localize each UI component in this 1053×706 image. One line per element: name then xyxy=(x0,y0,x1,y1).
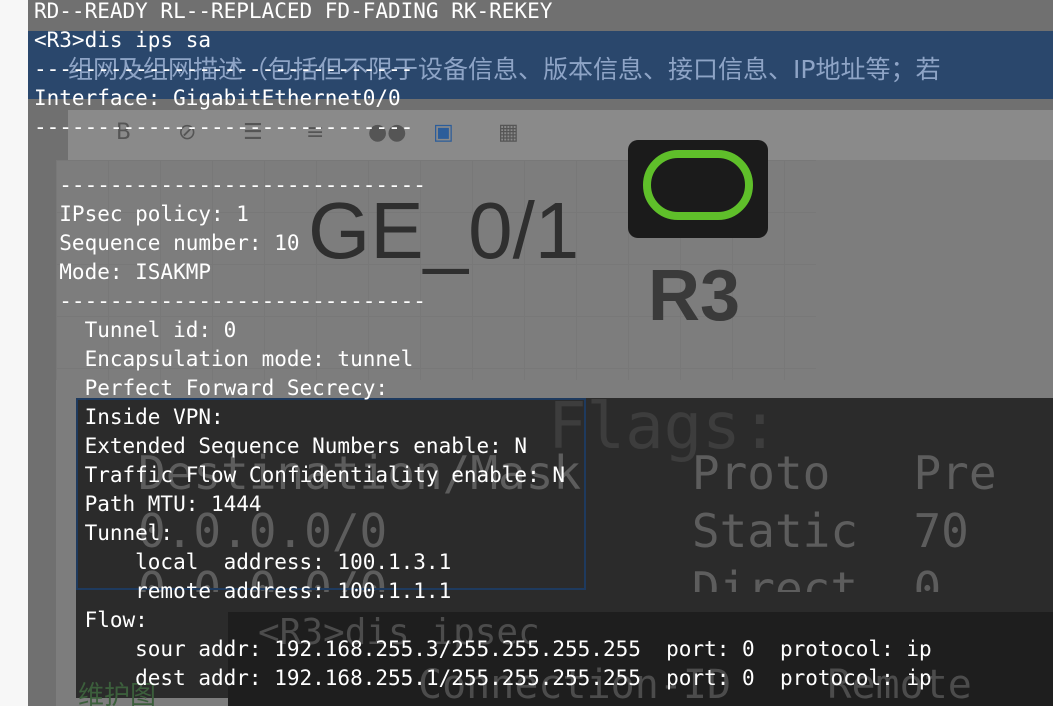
separator-line: ----------------------------- xyxy=(34,173,426,197)
esn-line: Extended Sequence Numbers enable: N xyxy=(34,434,528,458)
terminal-output[interactable]: RD--READY RL--REPLACED FD-FADING RK-REKE… xyxy=(34,0,932,693)
mode-line: Mode: ISAKMP xyxy=(34,260,212,284)
inside-vpn-line: Inside VPN: xyxy=(34,405,224,429)
source-address-line: sour addr: 192.168.255.3/255.255.255.255… xyxy=(34,637,932,661)
ipsec-policy-line: IPsec policy: 1 xyxy=(34,202,249,226)
tunnel-line: Tunnel: xyxy=(34,521,174,545)
destination-address-line: dest addr: 192.168.255.1/255.255.255.255… xyxy=(34,666,932,690)
path-mtu-line: Path MTU: 1444 xyxy=(34,492,262,516)
sequence-number-line: Sequence number: 10 xyxy=(34,231,300,255)
left-margin xyxy=(0,0,28,706)
interface-line: Interface: GigabitEthernet0/0 xyxy=(34,86,401,110)
terminal-window[interactable]: 组网及组网描述（包括但不限于设备信息、版本信息、接口信息、IP地址等；若 B ⊘… xyxy=(28,0,1053,706)
flow-line: Flow: xyxy=(34,608,148,632)
remote-address-line: remote address: 100.1.1.1 xyxy=(34,579,452,603)
local-address-line: local address: 100.1.3.1 xyxy=(34,550,452,574)
tunnel-id-line: Tunnel id: 0 xyxy=(34,318,237,342)
encapsulation-line: Encapsulation mode: tunnel xyxy=(34,347,414,371)
separator-line: ------------------------------ xyxy=(34,57,414,81)
separator-line: ----------------------------- xyxy=(34,289,426,313)
separator-line: ------------------------------ xyxy=(34,115,414,139)
command-line: <R3>dis ips sa xyxy=(34,28,212,52)
pfs-line: Perfect Forward Secrecy: xyxy=(34,376,389,400)
tfc-line: Traffic Flow Confidentiality enable: N xyxy=(34,463,566,487)
legend-line: RD--READY RL--REPLACED FD-FADING RK-REKE… xyxy=(34,0,553,23)
